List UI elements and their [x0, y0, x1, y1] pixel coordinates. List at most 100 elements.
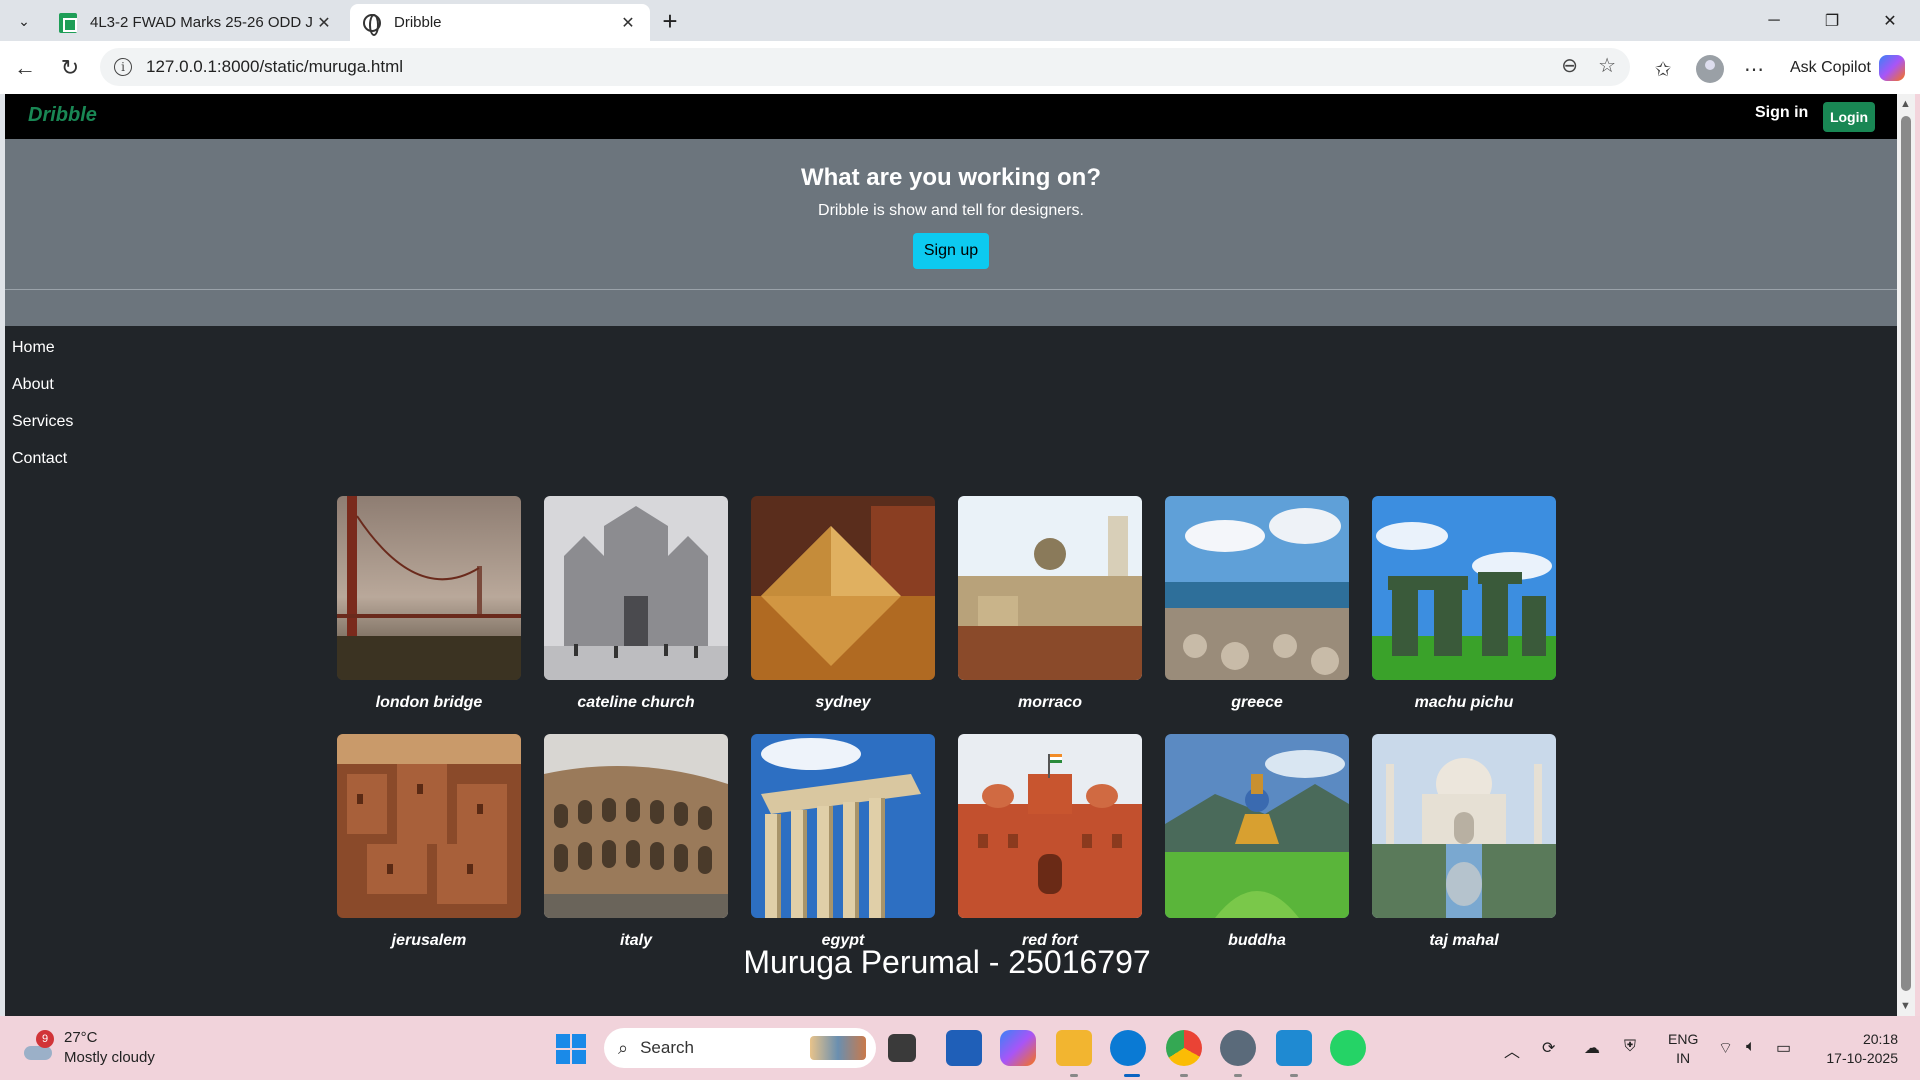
- running-indicator: [1234, 1074, 1242, 1077]
- site-navbar: Dribble Sign in Login: [5, 94, 1897, 139]
- gallery-caption: machu pichu: [1414, 694, 1514, 711]
- browser-tab-sheets[interactable]: 4L3-2 FWAD Marks 25-26 ODD JU ✕: [46, 4, 346, 41]
- more-menu-icon[interactable]: ⋯: [1740, 55, 1768, 83]
- hero-title: What are you working on?: [800, 164, 1101, 191]
- gallery-card[interactable]: morraco: [958, 496, 1142, 712]
- brand-logo[interactable]: Dribble: [28, 104, 97, 127]
- restore-icon[interactable]: ❐: [1812, 6, 1852, 36]
- browser-tab-dribble[interactable]: Dribble ✕: [350, 4, 650, 41]
- weather-cloud-icon: 9: [22, 1030, 54, 1064]
- taskbar-search[interactable]: ⌕ Search: [604, 1028, 876, 1068]
- gallery-card[interactable]: jerusalem: [337, 734, 521, 950]
- weather-widget[interactable]: 9 27°C Mostly cloudy: [22, 1028, 155, 1068]
- vscode-icon[interactable]: [1276, 1030, 1312, 1066]
- close-window-icon[interactable]: ✕: [1870, 6, 1910, 36]
- tab-list-dropdown-icon[interactable]: ⌄: [8, 6, 40, 36]
- italy-photo: [544, 734, 728, 918]
- nav-link-home[interactable]: Home: [12, 339, 73, 376]
- file-explorer-icon[interactable]: [1056, 1030, 1092, 1066]
- url-text: 127.0.0.1:8000/static/muruga.html: [146, 57, 404, 76]
- whatsapp-icon[interactable]: [1330, 1030, 1366, 1066]
- weather-temp: 27°C: [64, 1029, 98, 1046]
- close-tab-icon[interactable]: ✕: [314, 13, 334, 33]
- london-bridge-photo: [337, 496, 521, 680]
- url-bar[interactable]: i 127.0.0.1:8000/static/muruga.html ⊖ ☆: [100, 48, 1630, 86]
- favorites-icon[interactable]: ✩: [1649, 55, 1677, 83]
- nav-link-contact[interactable]: Contact: [12, 450, 73, 487]
- scroll-up-icon[interactable]: ▲: [1900, 98, 1911, 110]
- hero-subtitle: Dribble is show and tell for designers.: [818, 202, 1084, 219]
- tab-title: Dribble: [394, 14, 442, 31]
- gallery-card[interactable]: italy: [544, 734, 728, 950]
- hero-section: What are you working on? Dribble is show…: [5, 139, 1897, 326]
- volume-icon[interactable]: 🔈︎: [1746, 1038, 1756, 1056]
- show-hidden-icons-icon[interactable]: ︿: [1504, 1038, 1520, 1062]
- gallery-caption: greece: [1231, 694, 1283, 711]
- close-tab-icon[interactable]: ✕: [618, 13, 638, 33]
- gallery-card[interactable]: egypt: [751, 734, 935, 950]
- running-indicator: [1290, 1074, 1298, 1077]
- nav-link-about[interactable]: About: [12, 376, 73, 413]
- search-highlight-image: [810, 1036, 866, 1060]
- minimize-icon[interactable]: ─: [1754, 6, 1794, 36]
- gallery-card[interactable]: red fort: [958, 734, 1142, 950]
- gallery-card[interactable]: london bridge: [337, 496, 521, 712]
- clock-time: 20:18: [1862, 1031, 1898, 1047]
- chrome-icon[interactable]: [1166, 1030, 1202, 1066]
- gallery-caption: sydney: [815, 694, 871, 711]
- login-button[interactable]: Login: [1823, 102, 1875, 132]
- notification-badge: 9: [36, 1030, 54, 1048]
- profile-avatar[interactable]: [1696, 55, 1724, 83]
- running-indicator: [1180, 1074, 1188, 1077]
- copilot-icon: [1878, 55, 1905, 81]
- reload-icon[interactable]: ↻: [55, 53, 85, 83]
- nav-link-services[interactable]: Services: [12, 413, 73, 450]
- weather-condition: Mostly cloudy: [64, 1049, 155, 1066]
- copilot-app-icon[interactable]: [1000, 1030, 1036, 1066]
- search-label: Search: [640, 1038, 694, 1057]
- scroll-down-icon[interactable]: ▼: [1900, 1000, 1911, 1012]
- gallery-card[interactable]: taj mahal: [1372, 734, 1556, 950]
- running-indicator: [1070, 1074, 1078, 1077]
- globe-icon: [362, 13, 382, 36]
- site-info-icon[interactable]: i: [114, 58, 132, 76]
- ask-copilot-button[interactable]: Ask Copilot: [1790, 53, 1905, 83]
- morraco-photo: [958, 496, 1142, 680]
- address-toolbar: ← ↻ i 127.0.0.1:8000/static/muruga.html …: [0, 41, 1920, 94]
- sync-icon[interactable]: ⟳: [1542, 1038, 1555, 1058]
- taj-mahal-photo: [1372, 734, 1556, 918]
- sign-up-button[interactable]: Sign up: [913, 233, 989, 269]
- browser-tab-bar: ⌄ 4L3-2 FWAD Marks 25-26 ODD JU ✕ Dribbl…: [0, 0, 1920, 41]
- author-footer: Muruga Perumal - 25016797: [743, 944, 1151, 980]
- store-icon[interactable]: [946, 1030, 982, 1066]
- sign-in-link[interactable]: Sign in: [1755, 104, 1808, 122]
- onedrive-icon[interactable]: ☁: [1584, 1038, 1600, 1058]
- battery-icon[interactable]: ▭: [1776, 1038, 1791, 1058]
- language-indicator[interactable]: ENG IN: [1668, 1030, 1698, 1068]
- greece-photo: [1165, 496, 1349, 680]
- gallery-card[interactable]: sydney: [751, 496, 935, 712]
- machu-pichu-photo: [1372, 496, 1556, 680]
- edge-browser-icon[interactable]: [1110, 1030, 1146, 1066]
- system-clock[interactable]: 20:18 17-10-2025: [1816, 1030, 1898, 1068]
- task-view-icon[interactable]: [888, 1034, 916, 1062]
- gallery-card[interactable]: buddha: [1165, 734, 1349, 950]
- gallery-card[interactable]: cateline church: [544, 496, 728, 712]
- zoom-icon[interactable]: ⊖: [1561, 53, 1578, 78]
- page-scrollbar[interactable]: ▲ ▼: [1897, 94, 1915, 1016]
- settings-gear-icon[interactable]: [1220, 1030, 1256, 1066]
- wifi-icon[interactable]: ⌔: [1718, 1038, 1733, 1058]
- favorite-star-icon[interactable]: ☆: [1598, 53, 1616, 78]
- copilot-label: Ask Copilot: [1790, 59, 1871, 76]
- language-code: ENG: [1668, 1031, 1699, 1047]
- security-shield-icon[interactable]: ⛨: [1624, 1038, 1636, 1056]
- gallery-caption: cateline church: [577, 694, 695, 711]
- gallery-card[interactable]: machu pichu: [1372, 496, 1556, 712]
- gallery-card[interactable]: greece: [1165, 496, 1349, 712]
- new-tab-icon[interactable]: +: [655, 6, 685, 36]
- windows-taskbar: 9 27°C Mostly cloudy ⌕ Search ︿ ⟳ ☁ ⛨ EN…: [0, 1016, 1920, 1080]
- scrollbar-thumb[interactable]: [1901, 116, 1911, 991]
- start-windows-icon[interactable]: [556, 1034, 586, 1064]
- sheets-icon: [58, 12, 78, 33]
- back-icon[interactable]: ←: [10, 53, 40, 83]
